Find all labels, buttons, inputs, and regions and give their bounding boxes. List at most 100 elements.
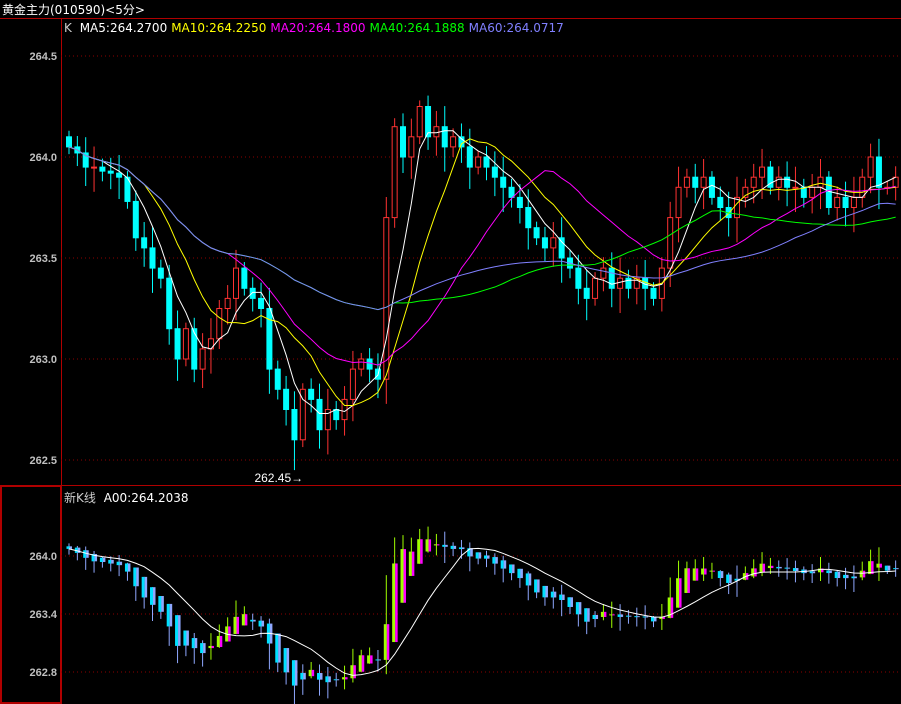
ha-up-right bbox=[704, 568, 707, 575]
ha-down-left bbox=[567, 597, 571, 607]
ma-label-2: MA20:264.1800 bbox=[270, 21, 366, 35]
ha-up-left bbox=[709, 570, 713, 572]
candle-down bbox=[308, 388, 315, 400]
ha-down-left bbox=[166, 603, 170, 627]
ha-up-left bbox=[751, 568, 755, 577]
candle-up bbox=[416, 106, 423, 138]
ha-up-left bbox=[425, 539, 429, 552]
ha-up-left bbox=[308, 669, 312, 677]
candle-down bbox=[274, 368, 281, 390]
ha-down-left bbox=[458, 547, 462, 550]
ha-down-right bbox=[303, 672, 306, 680]
candle-down bbox=[316, 398, 323, 431]
candle-down bbox=[166, 277, 173, 330]
ha-down-right bbox=[512, 564, 515, 574]
main-y-tick-label: 262.5 bbox=[29, 455, 57, 467]
ha-down-left bbox=[375, 659, 379, 661]
ha-up-right bbox=[862, 570, 866, 578]
ha-down-left bbox=[83, 550, 87, 558]
ha-down-right bbox=[545, 585, 548, 598]
ha-down-left bbox=[826, 570, 830, 574]
candle-up bbox=[617, 277, 624, 289]
a00-value: A00:264.2038 bbox=[103, 491, 189, 505]
candle-down bbox=[625, 277, 632, 289]
candle-down bbox=[441, 126, 448, 148]
candle-up bbox=[700, 176, 707, 188]
ha-down-right bbox=[453, 545, 457, 549]
candle-up bbox=[475, 156, 482, 168]
ha-up-right bbox=[311, 669, 315, 677]
ha-down-right bbox=[829, 570, 832, 574]
candle-down bbox=[583, 287, 590, 299]
ha-down-right bbox=[445, 544, 448, 547]
ha-down-left bbox=[183, 630, 187, 646]
ha-down-right bbox=[127, 563, 131, 572]
candle-down bbox=[650, 287, 657, 299]
ha-down-right bbox=[779, 566, 782, 569]
ha-down-left bbox=[116, 561, 120, 566]
ha-down-left bbox=[834, 571, 838, 579]
candle-down bbox=[157, 267, 164, 279]
candle-up bbox=[792, 186, 799, 189]
ha-down-left bbox=[291, 660, 295, 686]
ha-down-left bbox=[884, 565, 888, 571]
candle-up bbox=[892, 176, 899, 188]
main-y-tick-label: 263.5 bbox=[29, 253, 57, 265]
ha-down-left bbox=[99, 557, 103, 563]
candle-down bbox=[541, 237, 548, 249]
ha-up-right bbox=[395, 563, 398, 643]
ha-up-right bbox=[695, 568, 699, 581]
ha-down-left bbox=[625, 615, 629, 617]
ha-up-right bbox=[603, 611, 607, 617]
candle-up bbox=[450, 136, 457, 148]
ha-down-right bbox=[169, 603, 173, 627]
main-y-tick-label: 264.5 bbox=[29, 51, 57, 63]
ha-up-right bbox=[361, 655, 365, 672]
ha-down-right bbox=[144, 576, 148, 598]
ha-down-left bbox=[124, 563, 128, 572]
candle-down bbox=[575, 267, 582, 289]
ha-down-right bbox=[320, 673, 323, 680]
ha-up-right bbox=[612, 614, 615, 616]
ha-down-right bbox=[478, 552, 482, 559]
candle-down bbox=[825, 176, 832, 208]
ha-down-left bbox=[559, 594, 563, 601]
ha-down-left bbox=[175, 615, 179, 646]
ha-down-left bbox=[283, 648, 287, 673]
kline-chart[interactable]: 264.5 264.0 263.5 263.0 262.5 264.0 263.4 262.8… bbox=[0, 0, 901, 704]
ha-down-left bbox=[584, 608, 588, 622]
ha-down-left bbox=[492, 557, 496, 564]
ha-up-left bbox=[859, 570, 863, 578]
ha-up-left bbox=[609, 614, 613, 616]
ha-up-right bbox=[219, 635, 223, 648]
candle-up bbox=[224, 297, 231, 309]
ha-down-left bbox=[617, 614, 621, 617]
candle-down bbox=[558, 237, 565, 259]
candle-down bbox=[516, 196, 523, 208]
candle-down bbox=[875, 156, 882, 188]
ha-down-right bbox=[495, 557, 498, 564]
ha-down-left bbox=[642, 616, 646, 618]
ha-up-right bbox=[345, 677, 348, 680]
ha-down-left bbox=[634, 616, 638, 618]
ha-down-left bbox=[66, 546, 70, 549]
ha-up-left bbox=[350, 665, 354, 679]
candle-up bbox=[867, 156, 874, 178]
ha-down-right bbox=[887, 565, 891, 571]
ha-down-right bbox=[253, 619, 256, 622]
candle-up bbox=[216, 308, 223, 340]
ha-down-right bbox=[896, 568, 899, 570]
ha-down-right bbox=[161, 596, 164, 612]
ha-up-left bbox=[383, 624, 387, 660]
ha-down-left bbox=[809, 571, 813, 574]
ha-down-left bbox=[726, 574, 730, 583]
candle-up bbox=[358, 358, 365, 370]
ha-down-left bbox=[133, 567, 137, 587]
sub-y-tick-label: 262.8 bbox=[29, 667, 57, 679]
ha-down-right bbox=[102, 557, 106, 563]
ha-down-left bbox=[500, 560, 504, 569]
candle-up bbox=[775, 176, 782, 188]
ha-down-right bbox=[336, 679, 340, 681]
ha-down-left bbox=[442, 544, 446, 547]
ha-down-left bbox=[317, 673, 320, 680]
